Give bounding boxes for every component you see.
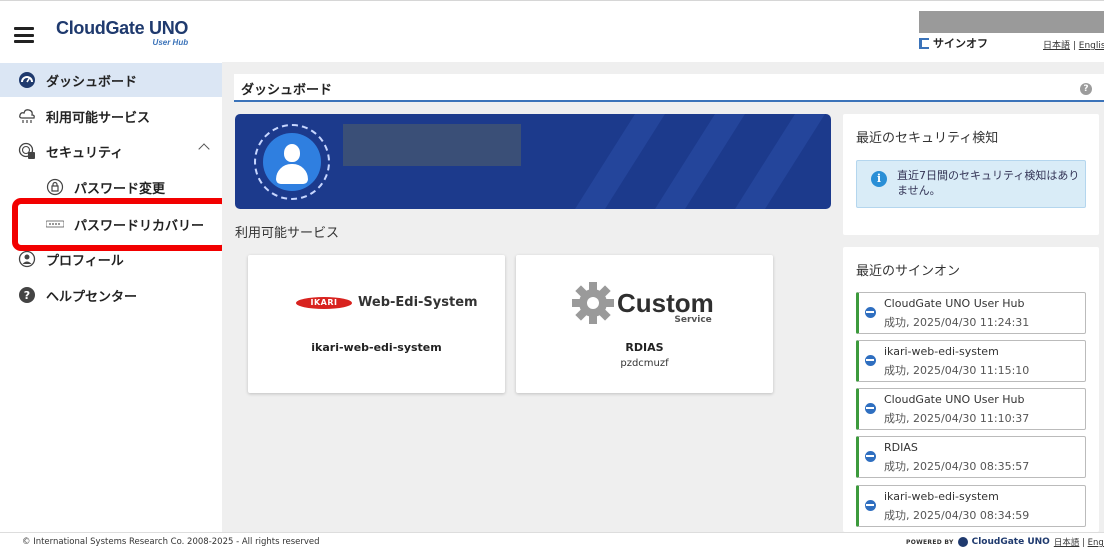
powered-by-brand: CloudGate UNO [971, 537, 1050, 547]
signoff-label: サインオフ [933, 37, 988, 50]
services-section-label: 利用可能サービス [235, 226, 340, 241]
signon-list-item[interactable]: ikari-web-edi-system 成功, 2025/04/30 11:1… [856, 340, 1086, 382]
sidebar-item-label: パスワード変更 [74, 181, 166, 197]
service-card-rdias[interactable]: Custom Service RDIAS pzdcmuzf [516, 255, 773, 393]
security-panel-title: 最近のセキュリティ検知 [856, 131, 999, 146]
signon-status: 成功, 2025/04/30 08:34:59 [884, 509, 1030, 522]
sidebar-item-profile[interactable]: プロフィール [0, 242, 222, 276]
lock-icon [46, 178, 64, 196]
sidebar-item-label: ダッシュボード [46, 74, 138, 90]
signon-list-item[interactable]: RDIAS 成功, 2025/04/30 08:35:57 [856, 436, 1086, 478]
sidebar-item-password-change[interactable]: パスワード変更 [0, 170, 222, 204]
signon-app-name: ikari-web-edi-system [884, 490, 999, 503]
sidebar-item-help[interactable]: ? ヘルプセンター [0, 278, 222, 312]
signon-status: 成功, 2025/04/30 11:24:31 [884, 316, 1030, 329]
help-icon: ? [18, 286, 36, 304]
powered-by-label: POWERED BY [906, 538, 954, 546]
signoff-icon [919, 37, 929, 49]
gear-icon [572, 282, 614, 324]
footer-lang-ja-link[interactable]: 日本語 [1054, 538, 1080, 548]
sidebar-item-label: パスワードリカバリー [74, 218, 205, 234]
signon-status: 成功, 2025/04/30 11:10:37 [884, 412, 1030, 425]
logo[interactable]: CloudGate UNO User Hub [56, 18, 189, 47]
signon-status: 成功, 2025/04/30 08:35:57 [884, 460, 1030, 473]
avatar-ring [254, 124, 330, 200]
signon-panel-title: 最近のサインオン [856, 264, 961, 279]
recent-signon-panel: 最近のサインオン CloudGate UNO User Hub 成功, 2025… [843, 247, 1099, 532]
profile-banner [235, 114, 831, 209]
sidebar-item-password-recovery[interactable]: パスワードリカバリー [0, 207, 222, 241]
logo-main-text: CloudGate UNO [56, 18, 189, 38]
page-title: ダッシュボード [241, 83, 333, 98]
sidebar-item-label: プロフィール [46, 253, 124, 269]
sidebar-item-dashboard[interactable]: ダッシュボード [0, 63, 222, 97]
signon-status: 成功, 2025/04/30 11:15:10 [884, 364, 1030, 377]
security-detection-panel: 最近のセキュリティ検知 i 直近7日間のセキュリティ検知はありません。 [843, 114, 1099, 235]
globe-icon [865, 307, 876, 318]
signoff-button[interactable]: サインオフ [919, 35, 988, 51]
lang-ja-link[interactable]: 日本語 [1043, 41, 1070, 51]
service-name: ikari-web-edi-system [311, 341, 442, 354]
globe-icon [865, 355, 876, 366]
cloud-services-icon [18, 107, 36, 125]
footer: © International Systems Research Co. 200… [0, 532, 1104, 549]
footer-lang-links: 日本語 | Engli [1054, 536, 1104, 548]
ikari-badge: IKARI [296, 296, 352, 309]
footer-lang-en-link[interactable]: Engli [1088, 538, 1104, 548]
main-content: ダッシュボード ? 利用可能サービス IKARI Web-Edi-System … [222, 62, 1104, 532]
sidebar-item-services[interactable]: 利用可能サービス [0, 99, 222, 133]
custom-logo-subtext: Service [674, 315, 712, 325]
signon-list-item[interactable]: CloudGate UNO User Hub 成功, 2025/04/30 11… [856, 292, 1086, 334]
hamburger-menu-icon[interactable] [14, 27, 34, 43]
signon-app-name: ikari-web-edi-system [884, 345, 999, 358]
custom-service-logo: Custom Service [571, 281, 714, 325]
copyright-text: © International Systems Research Co. 200… [22, 537, 320, 547]
profile-icon [18, 250, 36, 268]
avatar[interactable] [263, 133, 321, 191]
sidebar-item-label: セキュリティ [46, 145, 124, 161]
sidebar: ダッシュボード 利用可能サービス セキュリティ パスワード変更 パスワードリカバ… [0, 62, 230, 532]
svg-text:?: ? [24, 289, 30, 302]
signon-list-item[interactable]: ikari-web-edi-system 成功, 2025/04/30 08:3… [856, 485, 1086, 527]
signon-app-name: CloudGate UNO User Hub [884, 297, 1025, 310]
service-card-ikari[interactable]: IKARI Web-Edi-System ikari-web-edi-syste… [248, 255, 505, 393]
signon-app-name: CloudGate UNO User Hub [884, 393, 1025, 406]
service-name: RDIAS [625, 341, 664, 354]
sidebar-item-label: 利用可能サービス [46, 110, 151, 126]
security-icon [18, 142, 36, 160]
ikari-logo: IKARI Web-Edi-System [296, 295, 478, 310]
chevron-up-icon[interactable] [198, 143, 210, 155]
service-sub: pzdcmuzf [620, 358, 669, 369]
signon-list-item[interactable]: CloudGate UNO User Hub 成功, 2025/04/30 11… [856, 388, 1086, 430]
password-field-icon [46, 215, 64, 233]
dashboard-icon [18, 71, 36, 89]
security-info-text: 直近7日間のセキュリティ検知はありません。 [897, 169, 1080, 197]
footer-lang-separator: | [1079, 538, 1088, 548]
ikari-logo-text: Web-Edi-System [358, 295, 478, 310]
info-icon: i [871, 171, 887, 187]
sidebar-item-security[interactable]: セキュリティ [0, 134, 222, 168]
security-info-box: i 直近7日間のセキュリティ検知はありません。 [856, 160, 1086, 208]
sidebar-item-label: ヘルプセンター [46, 289, 138, 305]
globe-icon [865, 500, 876, 511]
globe-icon [865, 403, 876, 414]
cloudgate-logo-icon [957, 537, 968, 547]
powered-by: POWERED BY CloudGate UNO 日本語 | Engli [906, 536, 1104, 548]
language-switcher: 日本語 | Englis [1043, 38, 1104, 51]
signon-app-name: RDIAS [884, 441, 918, 454]
custom-logo-text: Custom [617, 288, 714, 318]
globe-icon [865, 451, 876, 462]
redacted-display-name [343, 124, 521, 166]
redacted-username [919, 11, 1104, 33]
logo-sub-text: User Hub [152, 38, 189, 47]
lang-separator: | [1070, 41, 1079, 51]
page-title-bar: ダッシュボード ? [234, 74, 1104, 102]
lang-en-link[interactable]: Englis [1079, 41, 1104, 51]
header: CloudGate UNO User Hub サインオフ 日本語 | Engli… [0, 0, 1104, 62]
help-circle-icon[interactable]: ? [1080, 83, 1092, 95]
